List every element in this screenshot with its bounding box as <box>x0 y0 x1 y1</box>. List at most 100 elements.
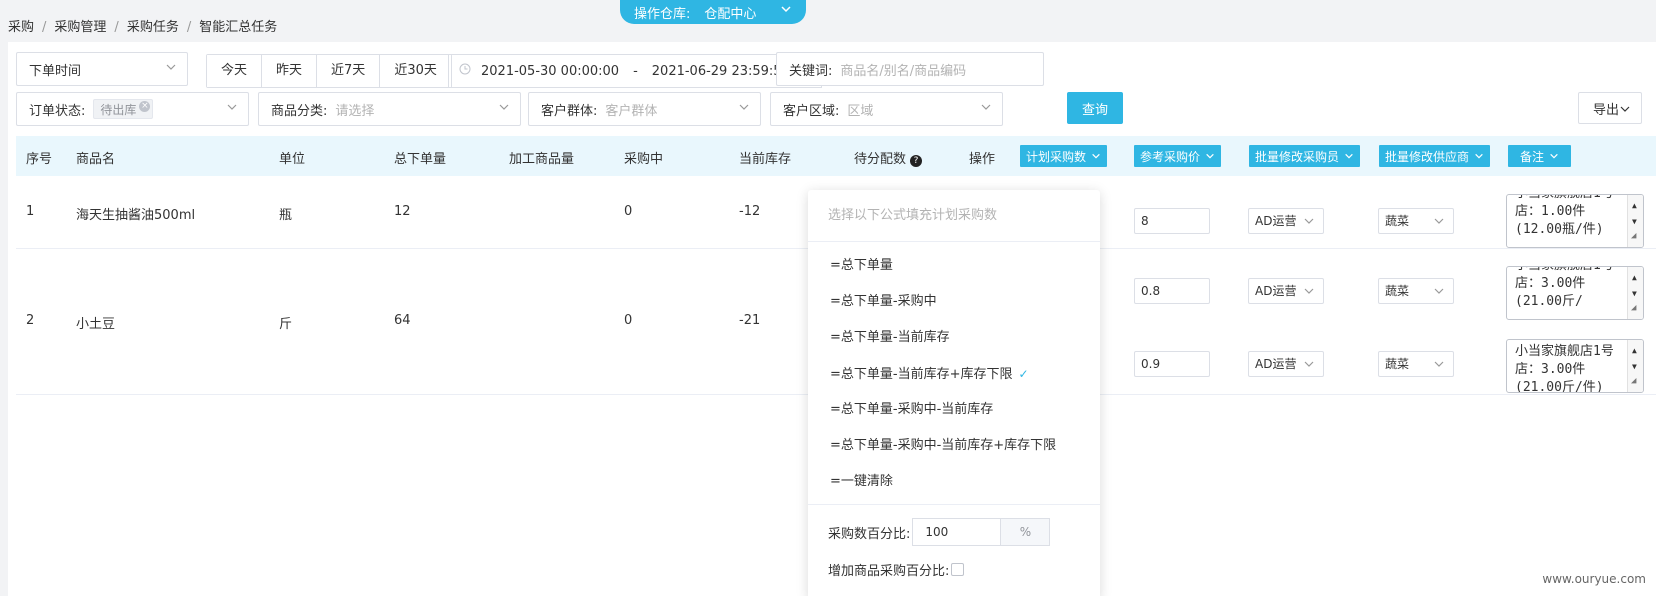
scrollbar[interactable]: ▲ ▼ ◢ <box>1627 195 1643 247</box>
batch-supplier-button[interactable]: 批量修改供应商 <box>1379 145 1491 167</box>
customer-region-placeholder: 区域 <box>847 103 874 119</box>
export-label: 导出 <box>1593 102 1620 118</box>
formula-option-clear[interactable]: =一键清除 <box>808 464 1100 500</box>
query-button[interactable]: 查询 <box>1067 92 1123 124</box>
supplier-select[interactable]: 蔬菜 <box>1378 208 1454 234</box>
cell-name: 小土豆 <box>76 317 116 332</box>
category-placeholder: 请选择 <box>335 103 375 119</box>
scrollbar[interactable]: ▲ ▼ ◢ <box>1627 340 1643 392</box>
cell-seq: 2 <box>26 313 35 328</box>
buyer-select[interactable]: AD运营 <box>1248 278 1324 304</box>
keyword-placeholder: 商品名/别名/商品编码 <box>840 63 967 79</box>
col-stock: 当前库存 <box>739 152 792 167</box>
keyword-label: 关键词: <box>789 63 833 79</box>
customer-group-placeholder: 客户群体 <box>605 103 658 119</box>
supplier-value: 蔬菜 <box>1385 357 1410 371</box>
ref-price-input[interactable]: 0.8 <box>1134 278 1210 304</box>
breadcrumb: 采购 / 采购管理 / 采购任务 / 智能汇总任务 <box>8 20 278 35</box>
chevron-down-icon <box>498 101 509 111</box>
category-select[interactable]: 商品分类: 请选择 <box>258 92 521 126</box>
scrollbar[interactable]: ▲ ▼ ◢ <box>1627 267 1643 319</box>
buyer-select[interactable]: AD运营 <box>1248 208 1324 234</box>
batch-buyer-label: 批量修改采购员 <box>1255 149 1340 164</box>
time-type-value: 下单时间 <box>29 63 82 79</box>
watermark: www.ouryue.com <box>1542 572 1646 586</box>
percent-input[interactable]: 100 <box>912 518 1001 546</box>
customer-region-select[interactable]: 客户区域: 区域 <box>770 92 1003 126</box>
cell-unit: 斤 <box>279 317 293 332</box>
col-purchasing: 采购中 <box>624 152 664 167</box>
note-text: 小当家旗舰店1号店：1.00件(12.00瓶/件) <box>1515 195 1614 237</box>
chevron-down-icon <box>1433 215 1445 227</box>
batch-buyer-button[interactable]: 批量修改采购员 <box>1249 145 1361 167</box>
note-button[interactable]: 备注 <box>1508 145 1572 167</box>
note-textarea[interactable]: 小当家旗舰店1号店：1.00件(12.00瓶/件) ▲▼◢ <box>1506 194 1644 248</box>
date-separator: - <box>633 63 638 79</box>
chevron-down-icon <box>1303 358 1315 370</box>
supplier-value: 蔬菜 <box>1385 284 1410 298</box>
quick-date-today[interactable]: 今天 <box>207 55 263 87</box>
formula-option[interactable]: =总下单量-采购中 <box>808 284 1100 320</box>
ref-price-button[interactable]: 参考采购价 <box>1134 145 1222 167</box>
cell-name: 海天生抽酱油500ml <box>76 208 196 223</box>
question-icon[interactable]: ? <box>910 155 923 167</box>
quick-date-7days[interactable]: 近7天 <box>317 55 381 87</box>
formula-option-selected[interactable]: =总下单量-当前库存+库存下限 ✓ <box>808 356 1100 392</box>
note-label: 备注 <box>1520 149 1545 164</box>
export-button[interactable]: 导出 <box>1578 92 1642 124</box>
clock-icon <box>459 63 471 79</box>
cell-total: 64 <box>394 313 411 328</box>
note-textarea[interactable]: 小当家旗舰店1号店：3.00件(21.00斤/ ▲▼◢ <box>1506 266 1644 320</box>
supplier-select[interactable]: 蔬菜 <box>1378 278 1454 304</box>
status-tag-label: 待出库 <box>100 102 137 117</box>
formula-option[interactable]: =总下单量-采购中-当前库存 <box>808 392 1100 428</box>
note-text: 小当家旗舰店1号店：3.00件(21.00斤/ <box>1515 267 1614 309</box>
breadcrumb-item[interactable]: 采购 <box>8 20 34 35</box>
plan-qty-button[interactable]: 计划采购数 <box>1020 145 1108 167</box>
percent-row: 采购数百分比: 100 % <box>828 518 1051 546</box>
customer-region-label: 客户区域: <box>783 103 840 119</box>
customer-group-select[interactable]: 客户群体: 客户群体 <box>528 92 761 126</box>
batch-supplier-label: 批量修改供应商 <box>1385 149 1470 164</box>
buyer-value: AD运营 <box>1255 284 1297 298</box>
date-end: 2021-06-29 23:59:59 <box>651 63 790 79</box>
formula-option[interactable]: =总下单量-当前库存 <box>808 320 1100 356</box>
order-status-select[interactable]: 订单状态: 待出库 × <box>16 92 249 126</box>
breadcrumb-item[interactable]: 采购任务 <box>127 20 179 35</box>
resize-grip-icon[interactable]: ◢ <box>1631 227 1636 245</box>
buyer-select[interactable]: AD运营 <box>1248 351 1324 377</box>
resize-grip-icon[interactable]: ◢ <box>1631 299 1636 317</box>
close-icon[interactable]: × <box>139 101 151 112</box>
date-range-picker[interactable]: 2021-05-30 00:00:00 - 2021-06-29 23:59:5… <box>448 54 822 88</box>
chevron-down-icon <box>1091 151 1101 161</box>
check-icon: ✓ <box>1018 367 1029 381</box>
chevron-down-icon <box>1205 151 1215 161</box>
ref-price-input[interactable]: 0.9 <box>1134 351 1210 377</box>
col-seq: 序号 <box>26 152 53 167</box>
note-textarea[interactable]: 小当家旗舰店1号店：3.00件(21.00斤/件) ▲ ▼ ◢ <box>1506 339 1644 393</box>
add-percent-row: 增加商品采购百分比: <box>828 560 965 579</box>
time-type-select[interactable]: 下单时间 <box>16 52 188 86</box>
buyer-value: AD运营 <box>1255 214 1297 228</box>
formula-option[interactable]: =总下单量-采购中-当前库存+库存下限 <box>808 428 1100 464</box>
order-status-label: 订单状态: <box>29 103 86 119</box>
add-percent-checkbox[interactable] <box>951 563 965 576</box>
col-processed: 加工商品量 <box>509 152 575 167</box>
plan-qty-label: 计划采购数 <box>1026 149 1087 164</box>
supplier-select[interactable]: 蔬菜 <box>1378 351 1454 377</box>
chevron-down-icon <box>1303 215 1315 227</box>
keyword-input[interactable]: 关键词: 商品名/别名/商品编码 <box>776 52 1044 86</box>
warehouse-value: 仓配中心 <box>704 6 757 22</box>
quick-date-group: 今天 昨天 近7天 近30天 <box>206 54 452 88</box>
resize-grip-icon[interactable]: ◢ <box>1631 372 1636 390</box>
breadcrumb-item[interactable]: 采购管理 <box>54 20 106 35</box>
chevron-down-icon <box>738 101 749 111</box>
formula-option-label: =总下单量-当前库存+库存下限 <box>830 367 1013 382</box>
ref-price-input[interactable]: 8 <box>1134 208 1210 234</box>
warehouse-selector[interactable]: 操作仓库: 仓配中心 <box>620 0 806 24</box>
formula-option[interactable]: =总下单量 <box>808 248 1100 284</box>
quick-date-30days[interactable]: 近30天 <box>380 55 451 87</box>
chevron-down-icon <box>780 3 792 15</box>
chevron-down-icon <box>1433 358 1445 370</box>
quick-date-yesterday[interactable]: 昨天 <box>262 55 318 87</box>
